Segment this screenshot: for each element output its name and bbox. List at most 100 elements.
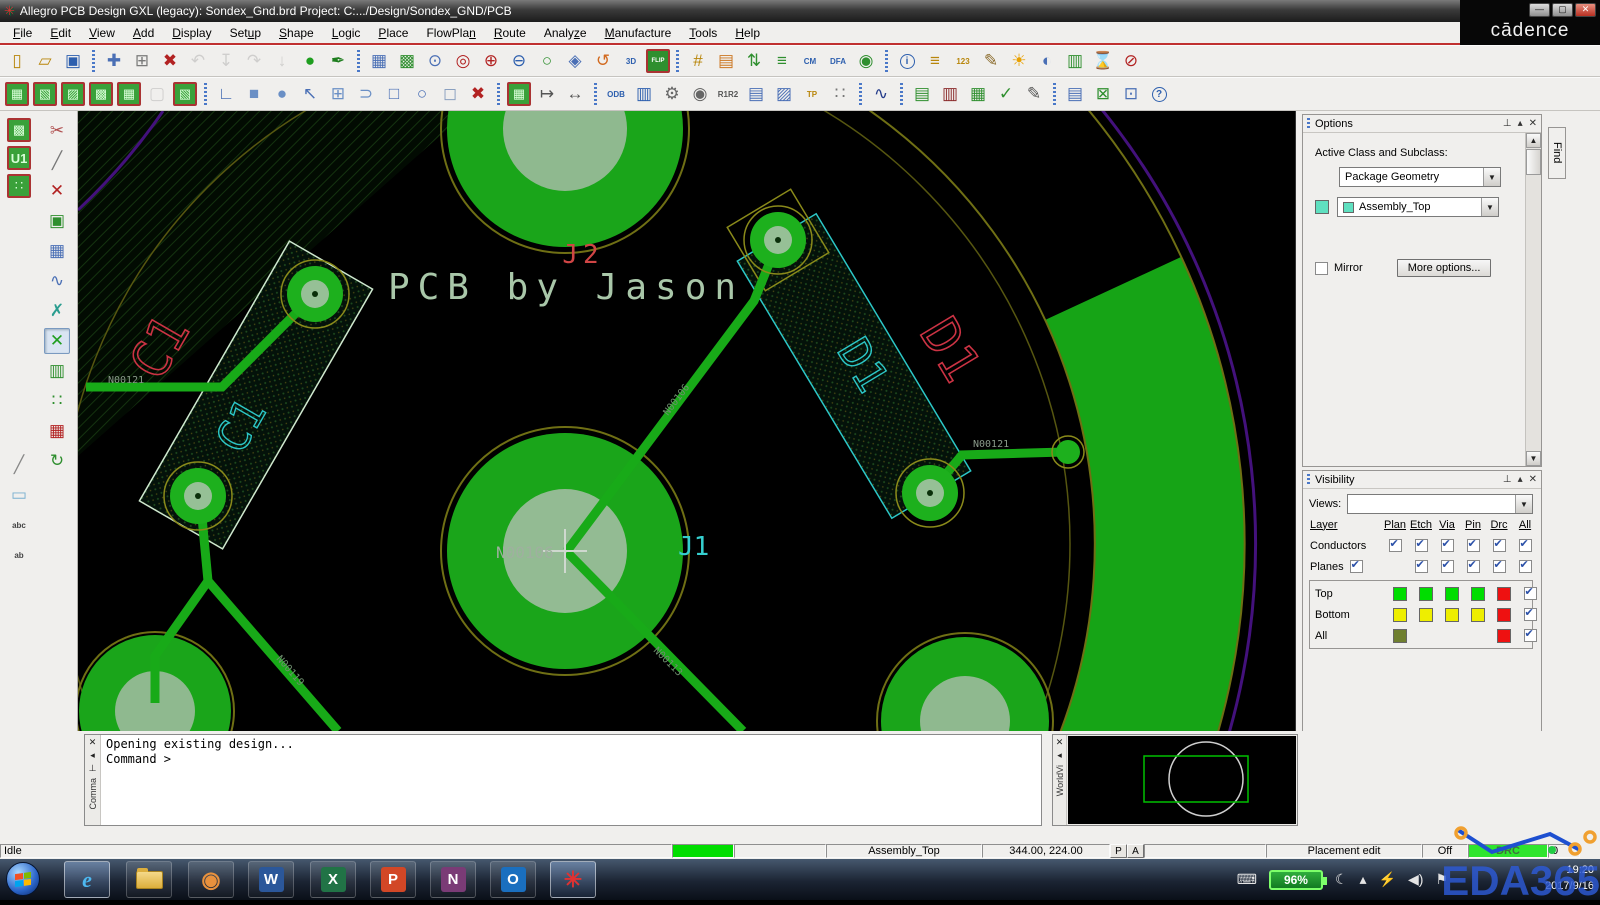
close-icon[interactable]: ✕: [89, 737, 97, 748]
scroll-down-icon[interactable]: ▼: [1526, 451, 1541, 466]
bottom-swatch-via[interactable]: [1445, 607, 1459, 622]
dehilight-icon[interactable]: ✎: [978, 48, 1004, 74]
collapse-panel-icon[interactable]: ▴: [1518, 118, 1523, 129]
close-panel-icon[interactable]: ✕: [1529, 474, 1537, 485]
text-abc-icon[interactable]: abc: [6, 512, 32, 538]
more-options-button[interactable]: More options...: [1396, 259, 1492, 277]
taskbar-ie[interactable]: e: [64, 861, 110, 898]
pour-icon[interactable]: ↧: [213, 48, 239, 74]
route-net-icon[interactable]: ∿: [868, 81, 894, 107]
collapse-left-icon[interactable]: ◂: [90, 750, 95, 761]
minimize-button[interactable]: —: [1529, 3, 1550, 17]
taskbar-allegro[interactable]: ✳: [550, 861, 596, 898]
place-module-icon[interactable]: ▧: [33, 82, 57, 106]
text-edit-icon[interactable]: ab: [6, 542, 32, 568]
top-swatch-plan[interactable]: [1393, 586, 1407, 601]
planes-check-pin[interactable]: [1466, 558, 1480, 573]
column-header-drc[interactable]: Drc: [1490, 519, 1507, 531]
slice-icon[interactable]: ✂: [44, 118, 70, 144]
taskbar-word[interactable]: W: [248, 861, 294, 898]
pad-top[interactable]: [440, 111, 690, 254]
bottom-swatch-plan[interactable]: [1393, 607, 1407, 622]
planes-check-all[interactable]: [1518, 558, 1532, 573]
odb-export-icon[interactable]: ODB: [603, 81, 629, 107]
planes-check-main[interactable]: [1349, 558, 1363, 573]
planes-check-via[interactable]: [1440, 558, 1454, 573]
conductors-check-plan[interactable]: [1388, 537, 1402, 552]
window-new-icon[interactable]: ⊡: [1118, 81, 1144, 107]
dfa-audit-icon[interactable]: DFA: [825, 48, 851, 74]
swap-symbol-icon[interactable]: ▩: [89, 82, 113, 106]
flip-design-icon[interactable]: FLIP: [646, 49, 670, 73]
top-swatch-drc[interactable]: [1497, 586, 1511, 601]
cross-section2-icon[interactable]: ▥: [631, 81, 657, 107]
subclass-color-swatch[interactable]: [1315, 200, 1329, 214]
zoom-fit-icon[interactable]: ▩: [394, 48, 420, 74]
shape-rect-icon[interactable]: □: [381, 81, 407, 107]
menu-help[interactable]: Help: [726, 24, 769, 42]
zoom-points-icon[interactable]: ⊙: [422, 48, 448, 74]
route-symbol-icon[interactable]: ▨: [61, 82, 85, 106]
tools-setup-icon[interactable]: ⚙: [659, 81, 685, 107]
help-icon[interactable]: ?: [1146, 81, 1172, 107]
highlight-icon[interactable]: ●: [297, 48, 323, 74]
pad-array-icon[interactable]: ∷: [827, 81, 853, 107]
move-icon[interactable]: ✚: [101, 48, 127, 74]
bottom-swatch-etch[interactable]: [1419, 607, 1433, 622]
tray-keyboard-icon[interactable]: ⌨: [1237, 871, 1257, 888]
grid-points-icon[interactable]: ∷: [7, 174, 31, 198]
show-element-icon[interactable]: i: [894, 48, 920, 74]
start-button[interactable]: [6, 862, 40, 896]
worldview-viewport-rect[interactable]: [1143, 755, 1249, 803]
copy-icon[interactable]: ⊞: [129, 48, 155, 74]
view-3d-icon[interactable]: 3D: [618, 48, 644, 74]
tray-battery[interactable]: 96%: [1268, 869, 1327, 890]
taskbar-media[interactable]: ◉: [188, 861, 234, 898]
close-panel-icon[interactable]: ✕: [1529, 118, 1537, 129]
taskbar-excel[interactable]: X: [310, 861, 356, 898]
conductors-check-all[interactable]: [1518, 537, 1532, 552]
world-update-icon[interactable]: ◉: [853, 48, 879, 74]
planes-check-drc[interactable]: [1492, 558, 1506, 573]
part-u1-icon[interactable]: U1: [7, 146, 31, 170]
tray-language-icon[interactable]: ☾: [1335, 871, 1348, 888]
bottom-swatch-drc[interactable]: [1497, 607, 1511, 622]
find-tab[interactable]: Find: [1548, 127, 1566, 179]
menu-add[interactable]: Add: [124, 24, 163, 42]
show-measure-icon[interactable]: 123: [950, 48, 976, 74]
pad-edit-icon[interactable]: ▦: [44, 418, 70, 444]
taskbar-powerpoint[interactable]: P: [370, 861, 416, 898]
pulse-icon[interactable]: ∿: [44, 268, 70, 294]
color-dialog-icon[interactable]: ▤: [713, 48, 739, 74]
tray-flag-icon[interactable]: ⚑: [1435, 871, 1448, 888]
swap-refdes-icon[interactable]: R1R2: [715, 81, 741, 107]
shape-dashed-icon[interactable]: ◻: [437, 81, 463, 107]
placeholder-icon[interactable]: ▢: [144, 81, 170, 107]
pin-panel-icon[interactable]: ⊥: [1503, 474, 1512, 485]
zoom-box-icon[interactable]: ◎: [450, 48, 476, 74]
menu-display[interactable]: Display: [163, 24, 220, 42]
conductors-check-drc[interactable]: [1492, 537, 1506, 552]
menu-setup[interactable]: Setup: [221, 24, 270, 42]
taskbar-outlook[interactable]: O: [490, 861, 536, 898]
pattern-fill-icon[interactable]: ▨: [771, 81, 797, 107]
column-header-pin[interactable]: Pin: [1465, 519, 1481, 531]
taskbar-onenote[interactable]: N: [430, 861, 476, 898]
menu-analyze[interactable]: Analyze: [535, 24, 596, 42]
select-arrow-icon[interactable]: ↖: [297, 81, 323, 107]
shape-circle-icon[interactable]: ○: [409, 81, 435, 107]
close-button[interactable]: ✕: [1575, 3, 1596, 17]
board-update-icon[interactable]: ▦: [507, 82, 531, 106]
undo-icon[interactable]: ↶: [185, 48, 211, 74]
drop-icon[interactable]: ↓: [269, 48, 295, 74]
pin-icon[interactable]: ⊥: [89, 763, 97, 774]
taskbar-clock[interactable]: 19:20 2017/9/16: [1545, 863, 1594, 895]
subclass-select[interactable]: Assembly_Top ▼: [1337, 197, 1499, 217]
export-icon[interactable]: ⊠: [1090, 81, 1116, 107]
menu-tools[interactable]: Tools: [680, 24, 726, 42]
panel-grip[interactable]: [1307, 117, 1310, 130]
shape-copy-icon[interactable]: ⊞: [325, 81, 351, 107]
top-swatch-via[interactable]: [1445, 586, 1459, 601]
pin-panel-icon[interactable]: ⊥: [1503, 118, 1512, 129]
top-check-all[interactable]: [1523, 585, 1537, 600]
